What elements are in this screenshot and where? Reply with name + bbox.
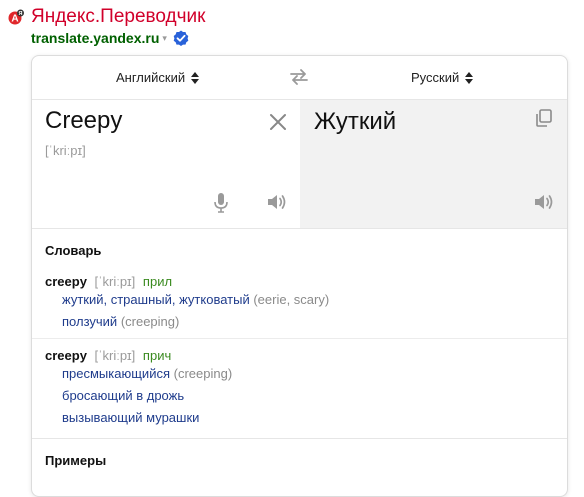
entry-transcription: [ˈkriːpɪ] <box>94 348 136 363</box>
translation-text: Жуткий <box>314 108 397 135</box>
search-result-header: A Я Яндекс.Переводчик translate.yandex.r… <box>8 6 205 47</box>
sense-translation: жуткий, страшный, жутковатый <box>62 292 250 307</box>
dictionary-entry: creepy [ˈkriːpɪ] прил жуткий, страшный, … <box>32 273 567 330</box>
source-text-input[interactable]: Creepy <box>45 107 122 135</box>
copy-icon[interactable] <box>534 108 554 128</box>
translator-card: Английский Русский Creepy [ˈkriːpɪ] Жутк… <box>31 55 568 497</box>
source-pane[interactable]: Creepy [ˈkriːpɪ] <box>32 100 300 228</box>
sense-item[interactable]: жуткий, страшный, жутковатый (eerie, sca… <box>62 291 567 308</box>
sense-synonyms: (creeping) <box>173 366 233 381</box>
microphone-icon[interactable] <box>212 192 230 214</box>
source-language-label: Английский <box>116 70 186 85</box>
sense-translation: пресмыкающийся <box>62 366 170 381</box>
result-title-row: A Я Яндекс.Переводчик <box>8 6 205 28</box>
entry-headword[interactable]: creepy <box>45 274 87 289</box>
close-icon[interactable] <box>268 112 288 132</box>
examples-section: Примеры <box>32 438 567 483</box>
entry-transcription: [ˈkriːpɪ] <box>94 274 136 289</box>
sort-arrows-icon <box>465 71 474 84</box>
entry-part-of-speech: прил <box>142 274 173 289</box>
translation-panes: Creepy [ˈkriːpɪ] Жуткий <box>32 100 567 228</box>
dictionary-title: Словарь <box>45 243 102 258</box>
speaker-icon[interactable] <box>533 192 555 212</box>
entry-part-of-speech: прич <box>142 348 172 363</box>
dictionary-section: Словарь creepy [ˈkriːpɪ] прил жуткий, ст… <box>32 228 567 483</box>
target-language-label: Русский <box>411 70 460 85</box>
url-dropdown-caret-icon[interactable]: ▾ <box>162 33 167 44</box>
verified-badge-icon <box>173 30 189 46</box>
svg-text:Я: Я <box>19 11 23 17</box>
sense-item[interactable]: бросающий в дрожь <box>62 387 567 404</box>
sort-arrows-icon <box>191 71 200 84</box>
entry-headword[interactable]: creepy <box>45 348 87 363</box>
sense-item[interactable]: вызывающий мурашки <box>62 409 567 426</box>
entry-header: creepy [ˈkriːpɪ] прил <box>45 273 567 291</box>
result-title-link[interactable]: Яндекс.Переводчик <box>31 6 205 28</box>
sense-translation: вызывающий мурашки <box>62 410 200 425</box>
examples-title: Примеры <box>45 453 107 468</box>
sense-synonyms: (creeping) <box>120 314 180 329</box>
source-language-select[interactable]: Английский <box>116 56 200 99</box>
source-transcription: [ˈkriːpɪ] <box>45 143 86 158</box>
yandex-translate-favicon-icon: A Я <box>8 9 24 25</box>
sense-synonyms: (eerie, scary) <box>253 292 330 307</box>
sense-item[interactable]: пресмыкающийся (creeping) <box>62 365 567 382</box>
target-language-select[interactable]: Русский <box>411 56 474 99</box>
sense-translation: бросающий в дрожь <box>62 388 185 403</box>
language-bar: Английский Русский <box>32 56 567 100</box>
swap-languages-icon[interactable] <box>290 69 308 85</box>
sense-translation: ползучий <box>62 314 118 329</box>
translation-pane: Жуткий <box>300 100 567 228</box>
entry-header: creepy [ˈkriːpɪ] прич <box>45 347 567 365</box>
result-url[interactable]: translate.yandex.ru <box>31 30 159 46</box>
sense-item[interactable]: ползучий (creeping) <box>62 313 567 330</box>
dictionary-entry: creepy [ˈkriːpɪ] прич пресмыкающийся (cr… <box>32 338 567 426</box>
result-url-row: translate.yandex.ru ▾ <box>31 29 205 47</box>
entry-senses: жуткий, страшный, жутковатый (eerie, sca… <box>62 291 567 330</box>
speaker-icon[interactable] <box>266 192 288 212</box>
entry-senses: пресмыкающийся (creeping) бросающий в др… <box>62 365 567 426</box>
